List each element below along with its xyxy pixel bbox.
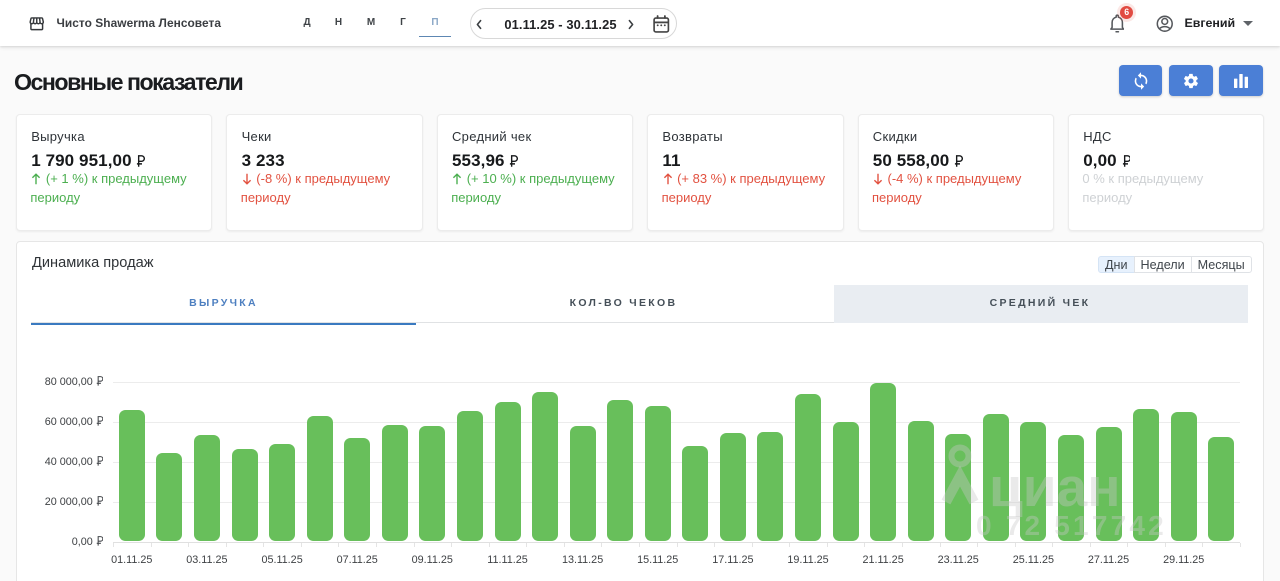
- svg-text:0 72 517742: 0 72 517742: [976, 510, 1167, 538]
- svg-text:циан: циан: [989, 456, 1120, 518]
